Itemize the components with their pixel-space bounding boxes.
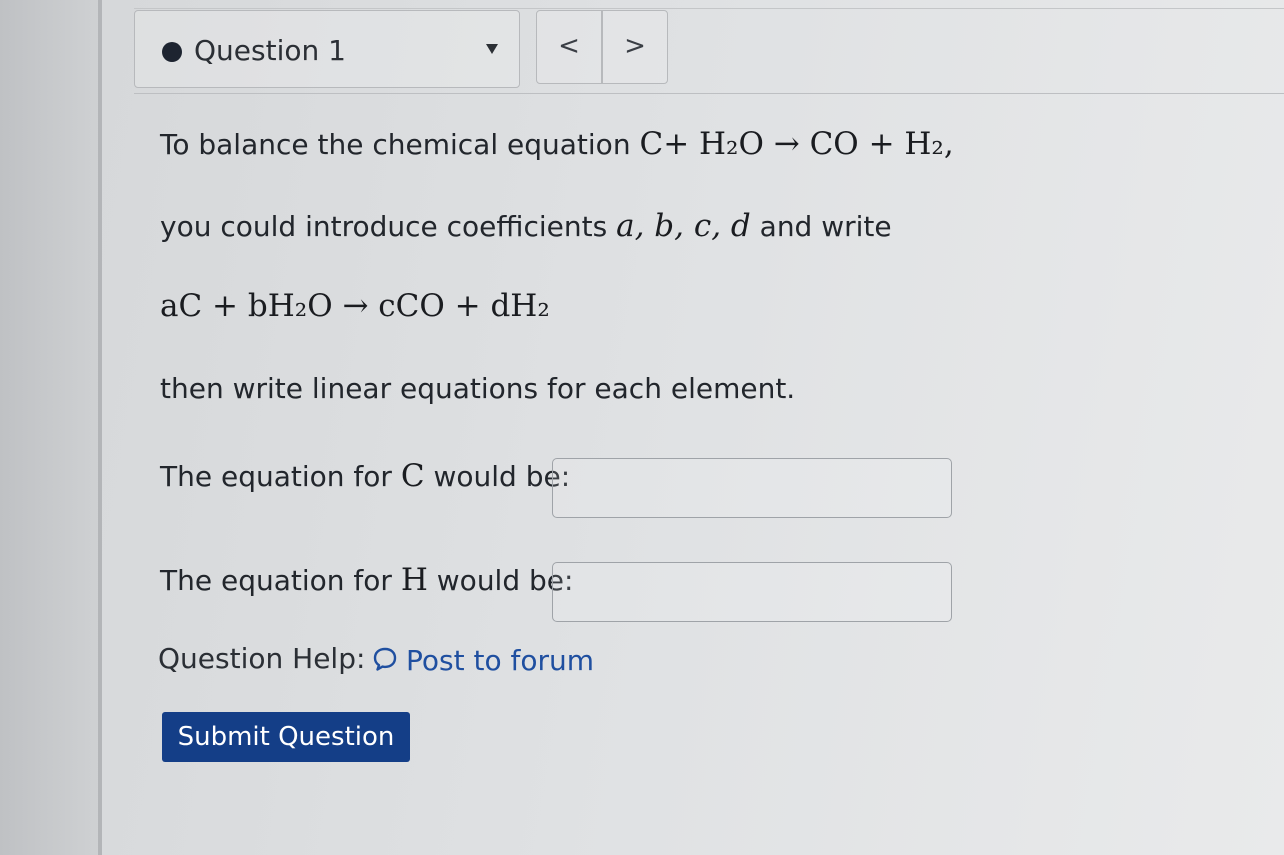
question-line-1: To balance the chemical equation C+ H₂O …: [160, 126, 954, 162]
prompt-carbon: The equation for C would be:: [160, 458, 570, 494]
hydrogen-equation-input[interactable]: [552, 562, 952, 622]
question-selector-label: Question 1: [194, 34, 346, 67]
instruction-text: then write linear equations for each ele…: [160, 372, 796, 405]
question-help-label: Question Help:: [158, 642, 366, 675]
coefficients-prefix: you could introduce coefficients: [160, 210, 608, 243]
intro-text: To balance the chemical equation: [160, 128, 631, 161]
submit-question-button[interactable]: Submit Question: [162, 712, 410, 762]
prompt-h-prefix: The equation for: [160, 564, 392, 597]
coefficients-suffix: and write: [759, 210, 892, 243]
next-question-button[interactable]: >: [602, 10, 668, 84]
question-line-2: you could introduce coefficients a, b, c…: [160, 208, 892, 244]
carbon-equation-input[interactable]: [552, 458, 952, 518]
question-status-dot-icon: [162, 42, 182, 62]
equation-2: aC + bH₂O → cCO + dH₂: [160, 288, 550, 324]
prompt-h-element: H: [400, 562, 428, 598]
left-background: [0, 0, 100, 855]
chat-bubble-icon: [372, 646, 398, 679]
prompt-c-suffix: would be:: [433, 460, 571, 493]
equation-1: C+ H₂O → CO + H₂,: [639, 126, 954, 162]
prompt-c-element: C: [400, 458, 425, 494]
post-to-forum-text: Post to forum: [406, 644, 595, 677]
prompt-hydrogen: The equation for H would be:: [160, 562, 573, 598]
caret-down-icon[interactable]: [486, 44, 498, 54]
prompt-c-prefix: The equation for: [160, 460, 392, 493]
question-line-3: aC + bH₂O → cCO + dH₂: [160, 288, 550, 324]
previous-question-button[interactable]: <: [536, 10, 602, 84]
coefficient-list: a, b, c, d: [616, 208, 751, 244]
header-divider: [134, 93, 1284, 94]
top-divider: [134, 8, 1284, 9]
post-to-forum-link[interactable]: Post to forum: [372, 644, 594, 679]
